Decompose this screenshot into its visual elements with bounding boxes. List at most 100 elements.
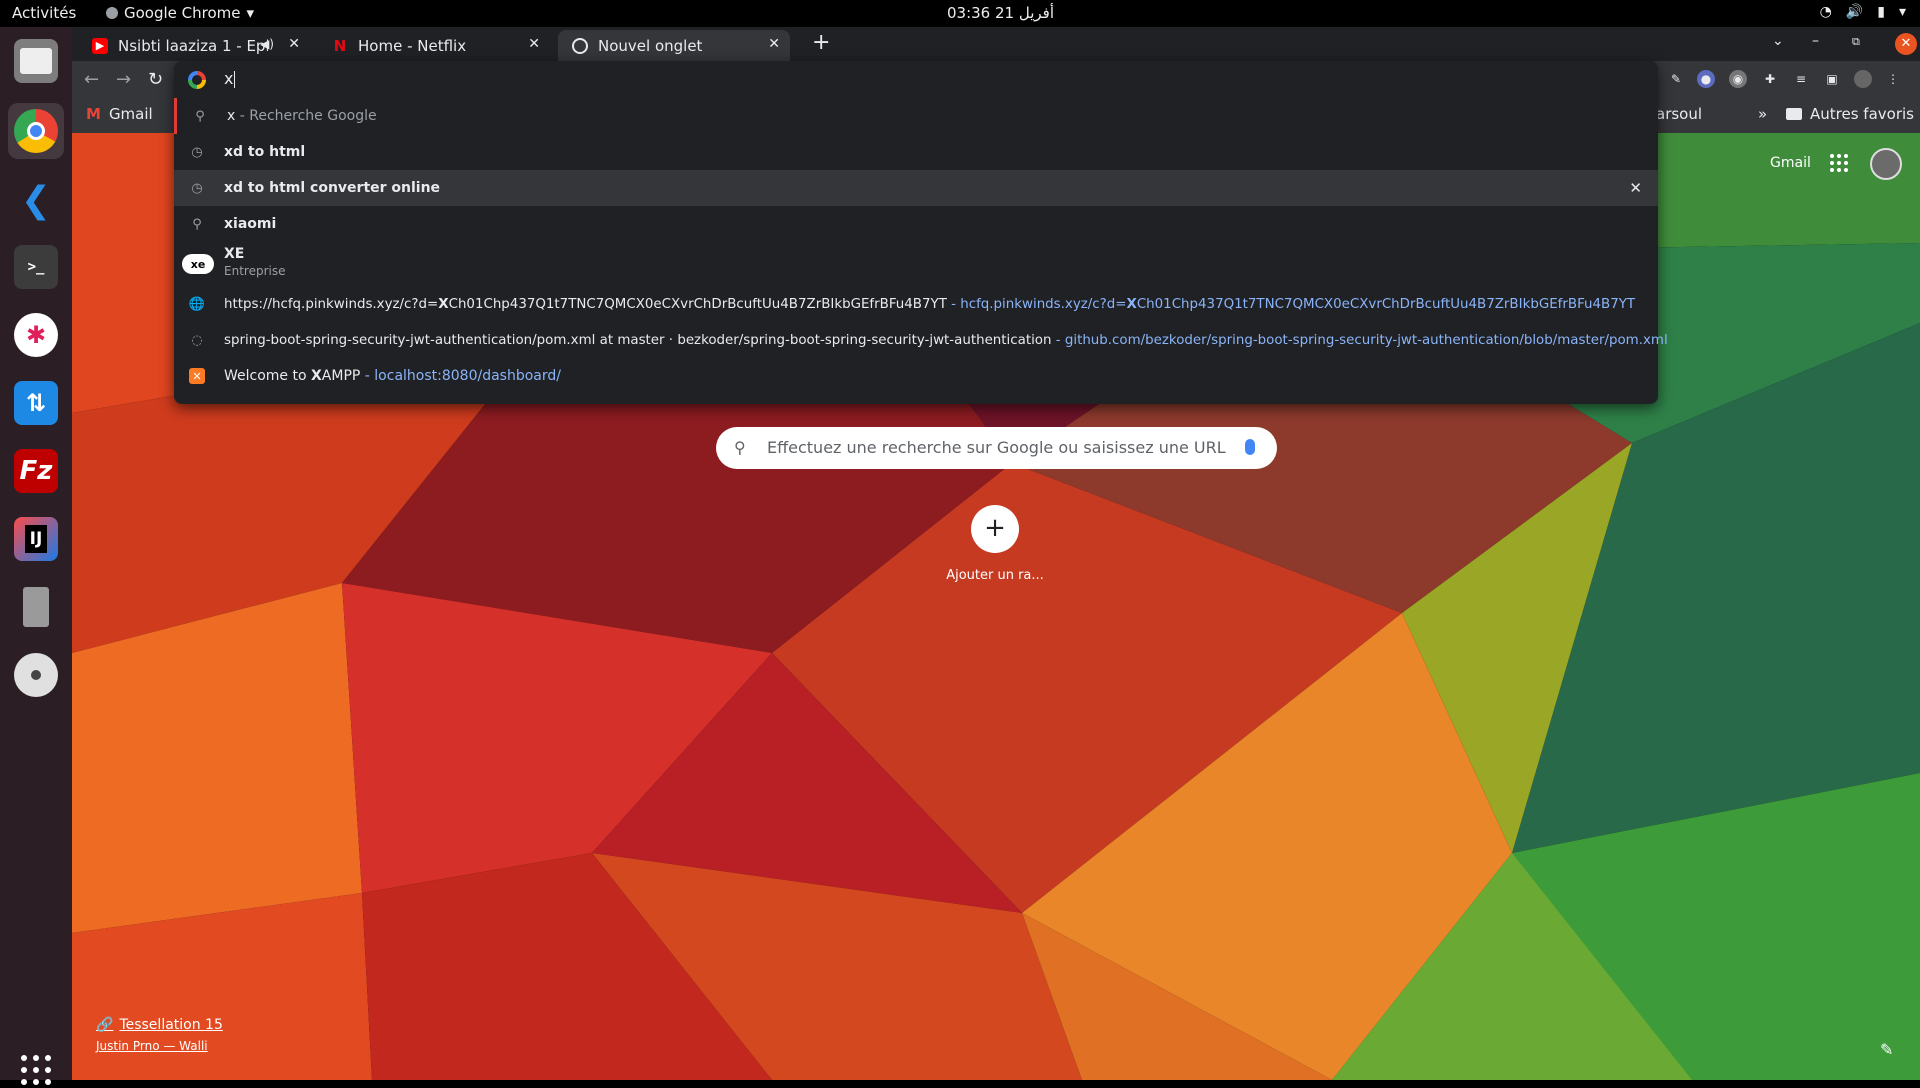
entity-subtitle: Entreprise — [224, 264, 286, 278]
dock-device[interactable] — [8, 579, 64, 635]
extension-icon[interactable]: ◉ — [1729, 70, 1747, 88]
dock-disc[interactable] — [8, 647, 64, 703]
background-credit-title[interactable]: 🔗 Tessellation 15 — [96, 1017, 223, 1033]
speaker-icon[interactable]: ◀) — [260, 37, 274, 51]
suggestion-url[interactable]: ◌ spring-boot-spring-security-jwt-authen… — [174, 322, 1667, 358]
show-apps-icon[interactable] — [18, 1052, 54, 1088]
google-g-icon — [188, 71, 206, 89]
suggestion-url[interactable]: ✕ Welcome to XAMPP - localhost:8080/dash… — [174, 358, 1658, 394]
suggestion-text: Welcome to XAMPP - localhost:8080/dashbo… — [224, 368, 561, 384]
github-icon: ◌ — [191, 332, 203, 348]
other-bookmarks-folder[interactable]: Autres favoris — [1786, 105, 1914, 123]
account-avatar[interactable] — [1870, 148, 1902, 180]
suggestion-url-post: Ch01Chp437Q1t7TNC7QMCX0eCXvrChDrBcuftUu4… — [1136, 296, 1636, 312]
side-panel-icon[interactable]: ▣ — [1823, 70, 1841, 88]
suggestion-history-selected[interactable]: ◷ xd to html converter online ✕ — [174, 170, 1658, 206]
wifi-icon: ◔ — [1819, 4, 1832, 20]
suggestion-rest: - Recherche Google — [235, 108, 377, 124]
ntp-search-placeholder: Effectuez une recherche sur Google ou sa… — [767, 438, 1226, 457]
restore-button[interactable]: ⧉ — [1852, 35, 1860, 49]
link-icon: 🔗 — [96, 1017, 114, 1033]
dock-transfer[interactable]: ⇅ — [8, 375, 64, 431]
minimize-button[interactable]: – — [1812, 33, 1819, 49]
dock-files[interactable] — [8, 33, 64, 89]
google-apps-icon[interactable] — [1830, 154, 1848, 172]
suggestion-search[interactable]: ⚲ x - Recherche Google — [174, 98, 1658, 134]
search-icon: ⚲ — [195, 108, 205, 124]
history-icon: ◷ — [191, 144, 203, 160]
forward-button[interactable]: → — [116, 69, 131, 90]
dock-intellij[interactable]: IJ — [8, 511, 64, 567]
suggestion-text-post: Ch01Chp437Q1t7TNC7QMCX0eCXvrChDrBcuftUu4… — [448, 296, 947, 312]
background-title: Tessellation 15 — [119, 1017, 223, 1033]
bookmark-partial[interactable]: arsoul — [1656, 105, 1702, 123]
customize-pencil-icon[interactable]: ✎ — [1880, 1040, 1893, 1059]
omnibox-query[interactable]: x — [224, 69, 235, 88]
history-icon: ◷ — [191, 180, 203, 196]
window-close-button[interactable]: ✕ — [1895, 33, 1917, 55]
app-menu[interactable]: Google Chrome ▾ — [106, 4, 254, 22]
profile-avatar[interactable] — [1854, 70, 1872, 88]
files-icon — [14, 39, 58, 83]
extension-icon[interactable]: ● — [1697, 70, 1715, 88]
vscode-icon: ❮ — [20, 179, 52, 221]
dock-vscode[interactable]: ❮ — [8, 172, 64, 228]
bookmark-gmail[interactable]: M Gmail — [86, 105, 153, 123]
back-button[interactable]: ← — [84, 69, 99, 90]
system-tray[interactable]: ◔ 🔊 ▮ ▾ — [1820, 4, 1906, 20]
bookmarks-overflow-button[interactable]: » — [1758, 105, 1767, 123]
entity-title: XE — [224, 246, 245, 262]
tab-search-icon[interactable]: ⌄ — [1772, 33, 1784, 49]
ntp-gmail-link[interactable]: Gmail — [1770, 155, 1811, 171]
intellij-icon: IJ — [14, 517, 58, 561]
edit-pen-icon[interactable]: ✎ — [1667, 70, 1685, 88]
puzzle-icon[interactable]: ✚ — [1761, 70, 1779, 88]
suggestion-text-bold: X — [438, 296, 449, 312]
dock-chrome[interactable] — [8, 103, 64, 159]
kebab-menu-icon[interactable]: ⋮ — [1884, 70, 1902, 88]
remove-suggestion-icon[interactable]: ✕ — [1629, 179, 1642, 197]
suggestion-title: spring-boot-spring-security-jwt-authenti… — [224, 332, 1052, 348]
background-credit-author[interactable]: Justin Prno — Walli — [96, 1039, 208, 1053]
reading-list-icon[interactable]: ≡ — [1792, 70, 1810, 88]
terminal-icon: >_ — [14, 245, 58, 289]
chrome-icon — [14, 109, 58, 153]
tab-new-tab[interactable]: Nouvel onglet ✕ — [558, 30, 790, 61]
youtube-icon: ▶ — [92, 37, 108, 54]
tab-title: Nsibti laaziza 1 - Episo — [118, 36, 268, 55]
new-tab-button[interactable]: + — [812, 32, 830, 54]
suggestion-url[interactable]: 🌐 https://hcfq.pinkwinds.xyz/c?d=XCh01Ch… — [174, 286, 1658, 322]
reload-button[interactable]: ↻ — [148, 69, 163, 90]
dock-filezilla[interactable]: Fz — [8, 443, 64, 499]
ubuntu-dock: ❮ >_ ✱ ⇅ Fz IJ — [0, 27, 72, 1085]
add-shortcut-button[interactable]: + — [971, 505, 1019, 553]
dock-terminal[interactable]: >_ — [8, 239, 64, 295]
disc-icon — [14, 653, 58, 697]
suggestion-entity[interactable]: xe XE Entreprise — [174, 242, 1658, 286]
suggestion-url: localhost:8080/dashboard/ — [374, 368, 561, 384]
suggestion-history[interactable]: ◷ xd to html — [174, 134, 1658, 170]
gmail-icon: M — [86, 105, 101, 123]
folder-icon — [1786, 108, 1802, 120]
activities-button[interactable]: Activités — [12, 4, 76, 22]
search-icon: ⚲ — [192, 216, 202, 232]
slack-icon: ✱ — [14, 313, 58, 357]
suggestion-url-bold: X — [1126, 296, 1137, 312]
battery-icon: ▮ — [1877, 4, 1885, 20]
globe-icon: 🌐 — [188, 296, 206, 312]
close-icon[interactable]: ✕ — [768, 36, 780, 52]
dock-slack[interactable]: ✱ — [8, 307, 64, 363]
tab-title: Nouvel onglet — [598, 36, 703, 55]
suggestion-text: https://hcfq.pinkwinds.xyz/c?d=XCh01Chp4… — [224, 296, 1636, 312]
tab-netflix[interactable]: N Home - Netflix ✕ — [318, 30, 550, 61]
device-icon — [14, 585, 58, 629]
suggestion-search[interactable]: ⚲ xiaomi — [174, 206, 1658, 242]
ntp-search-box[interactable]: ⚲ Effectuez une recherche sur Google ou … — [716, 427, 1277, 469]
microphone-icon[interactable] — [1245, 439, 1255, 455]
close-icon[interactable]: ✕ — [528, 36, 540, 52]
netflix-icon: N — [333, 36, 347, 55]
close-icon[interactable]: ✕ — [288, 36, 300, 52]
omnibox-input[interactable]: x — [174, 61, 1658, 98]
tab-youtube[interactable]: ▶ Nsibti laaziza 1 - Episo ◀) ✕ — [78, 30, 310, 61]
clock[interactable]: 03:36 أفريل 21 — [947, 4, 1054, 22]
